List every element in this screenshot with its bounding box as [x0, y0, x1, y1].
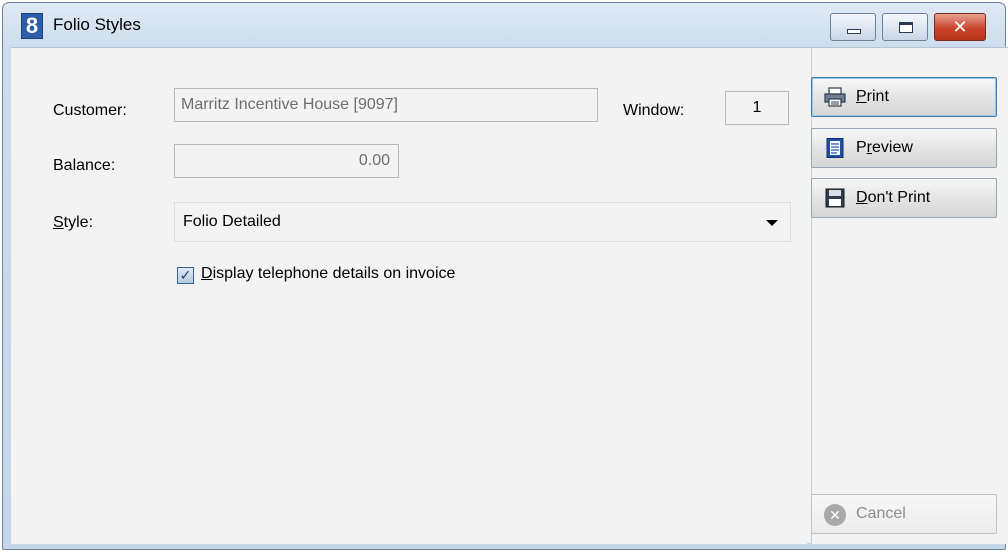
window-label: Window:	[623, 102, 685, 119]
dont-print-accesskey: D	[856, 189, 868, 206]
folio-styles-window: 8 Folio Styles ✕ Customer: Marritz Incen…	[2, 2, 1008, 550]
dont-print-button[interactable]: Don't Print	[811, 178, 997, 218]
display-telephone-checkbox[interactable]: ✓	[177, 267, 194, 284]
display-telephone-label[interactable]: Display telephone details on invoice	[201, 265, 455, 283]
form-panel: Customer: Marritz Incentive House [9097]…	[11, 48, 807, 544]
cancel-label: Cancel	[856, 505, 906, 522]
customer-label: Customer:	[53, 102, 127, 119]
printer-icon	[824, 87, 846, 107]
button-panel	[811, 48, 1008, 544]
dont-print-label: Don't Print	[856, 189, 930, 207]
style-dropdown-value: Folio Detailed	[183, 213, 281, 230]
display-telephone-text: isplay telephone details on invoice	[212, 265, 456, 282]
close-icon: ✕	[952, 17, 968, 37]
cancel-button[interactable]: ✕ Cancel	[811, 494, 997, 534]
print-text: rint	[866, 88, 889, 105]
window-number-field[interactable]: 1	[725, 91, 789, 125]
dropdown-arrow-icon	[766, 220, 778, 226]
style-label: Style:	[53, 214, 93, 232]
style-label-accesskey: S	[53, 214, 64, 231]
balance-field[interactable]: 0.00	[174, 144, 399, 178]
cancel-x-icon: ✕	[824, 504, 846, 526]
minimize-icon	[847, 29, 861, 34]
title-bar[interactable]: 8 Folio Styles ✕	[3, 3, 1005, 47]
preview-label: Preview	[856, 139, 913, 157]
preview-text-end: eview	[872, 139, 913, 156]
style-label-text: tyle:	[63, 214, 94, 231]
dialog-body: Customer: Marritz Incentive House [9097]…	[11, 47, 1008, 544]
dont-print-text: on't Print	[867, 189, 931, 206]
close-button[interactable]: ✕	[934, 13, 986, 41]
print-label: Print	[856, 88, 889, 106]
minimize-button[interactable]	[830, 13, 876, 41]
balance-label: Balance:	[53, 157, 116, 174]
style-dropdown[interactable]: Folio Detailed	[174, 202, 791, 242]
floppy-disk-icon	[825, 188, 845, 208]
customer-field[interactable]: Marritz Incentive House [9097]	[174, 88, 598, 122]
window-title: Folio Styles	[53, 15, 141, 34]
preview-button[interactable]: Preview	[811, 128, 997, 168]
print-button[interactable]: Print	[811, 77, 997, 117]
document-preview-icon	[826, 138, 844, 158]
display-telephone-accesskey: D	[201, 265, 213, 282]
print-accesskey: P	[856, 88, 867, 105]
maximize-icon	[899, 22, 913, 33]
app-icon: 8	[21, 13, 43, 39]
maximize-button[interactable]	[882, 13, 928, 41]
preview-text-start: P	[856, 139, 867, 156]
